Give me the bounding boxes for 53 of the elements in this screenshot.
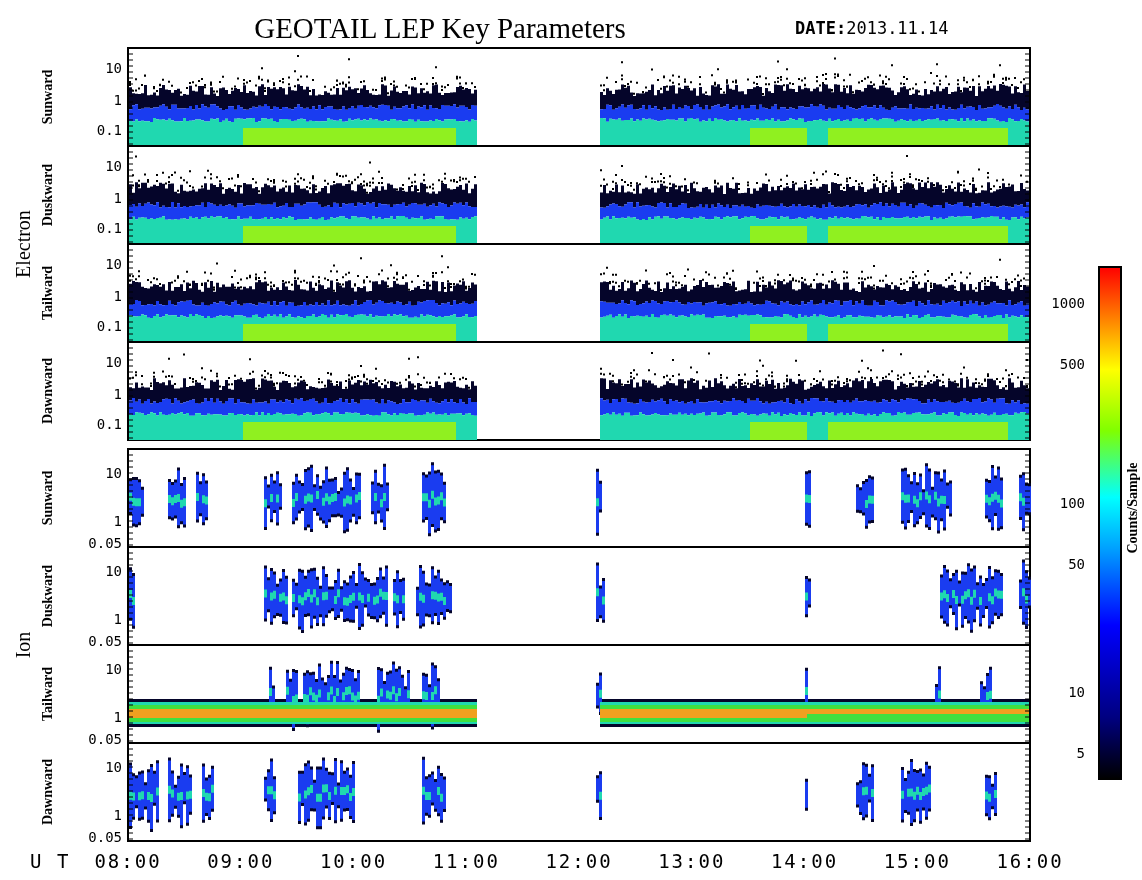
- tick-label: 0.1: [96, 416, 122, 432]
- tick-label: 08:00: [94, 850, 162, 872]
- tick-label: 10: [105, 563, 122, 579]
- tick-label: 1: [113, 92, 122, 108]
- tick-label: 10: [1068, 683, 1085, 700]
- tick-label: 10: [105, 759, 122, 775]
- tick-label: 0.05: [88, 829, 122, 845]
- tick-label: 10: [105, 158, 122, 174]
- tick-label: 1: [113, 386, 122, 402]
- tick-label: 0.05: [88, 731, 122, 747]
- tick-label: 1: [113, 807, 122, 823]
- direction-label: Tailward: [40, 667, 55, 721]
- axis-unit-label: U T: [30, 850, 71, 872]
- tick-label: 1: [113, 288, 122, 304]
- tick-label: 1: [113, 513, 122, 529]
- tick-label: 10: [105, 354, 122, 370]
- colorbar-label: Counts/Sample: [1125, 462, 1140, 554]
- tick-label: 50: [1068, 555, 1085, 572]
- tick-label: 0.05: [88, 633, 122, 649]
- tick-label: 5: [1076, 745, 1085, 762]
- species-label: Ion: [12, 631, 34, 659]
- tick-label: 0.1: [96, 318, 122, 334]
- tick-label: 10: [105, 60, 122, 76]
- tick-label: 15:00: [883, 850, 951, 872]
- date-label: DATE:2013.11.14: [795, 18, 949, 38]
- tick-label: 1: [113, 709, 122, 725]
- tick-label: 12:00: [545, 850, 613, 872]
- chart-title: GEOTAIL LEP Key Parameters: [254, 12, 626, 44]
- tick-label: 10: [105, 256, 122, 272]
- direction-label: Sunward: [40, 69, 55, 125]
- tick-label: 1000: [1051, 294, 1085, 311]
- tick-label: 0.05: [88, 535, 122, 551]
- tick-label: 13:00: [658, 850, 726, 872]
- direction-label: Tailward: [40, 266, 55, 320]
- tick-label: 100: [1059, 494, 1085, 511]
- tick-label: 11:00: [432, 850, 500, 872]
- tick-label: 1: [113, 611, 122, 627]
- species-label: Electron: [12, 210, 34, 278]
- direction-label: Duskward: [40, 163, 55, 227]
- direction-label: Sunward: [40, 470, 55, 526]
- tick-label: 10: [105, 661, 122, 677]
- tick-label: 10: [105, 465, 122, 481]
- direction-label: Dawnward: [40, 758, 55, 826]
- direction-label: Dawnward: [40, 357, 55, 425]
- tick-label: 0.1: [96, 122, 122, 138]
- tick-label: 09:00: [207, 850, 275, 872]
- tick-label: 500: [1059, 356, 1085, 373]
- tick-label: 0.1: [96, 220, 122, 236]
- tick-label: 16:00: [996, 850, 1064, 872]
- direction-label: Duskward: [40, 564, 55, 628]
- tick-label: 14:00: [770, 850, 839, 872]
- tick-label: 1: [113, 190, 122, 206]
- tick-label: 10:00: [319, 850, 388, 872]
